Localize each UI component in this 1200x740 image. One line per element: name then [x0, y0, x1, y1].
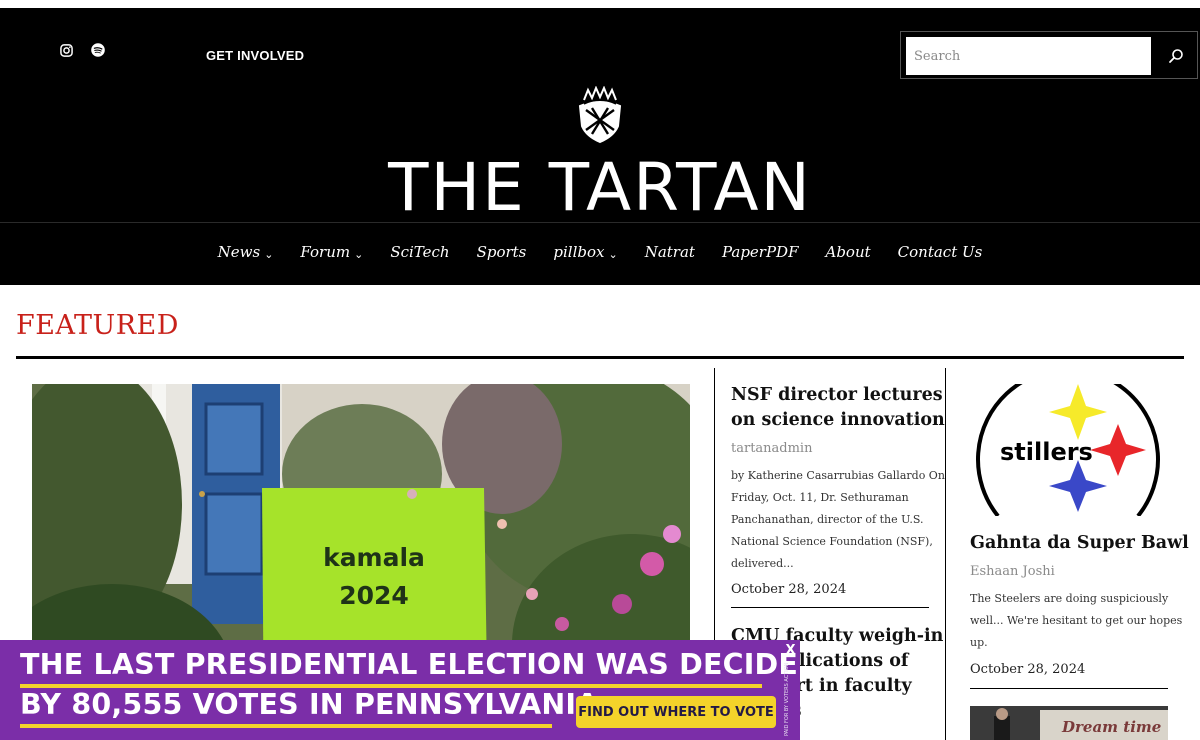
article-date: October 28, 2024 — [970, 662, 1086, 677]
search-icon — [1169, 49, 1183, 63]
nav-item-label: Sports — [476, 243, 527, 261]
instagram-icon[interactable] — [58, 42, 74, 58]
nav-item-label: Contact Us — [897, 243, 983, 261]
nav-item-about[interactable]: About — [826, 237, 871, 267]
search-input[interactable] — [906, 37, 1151, 75]
nav-item-sports[interactable]: Sports — [477, 237, 527, 267]
search-button[interactable] — [1157, 37, 1195, 75]
nav-item-label: PaperPDF — [721, 243, 799, 261]
article-thumbnail[interactable]: stillers — [970, 367, 1166, 518]
close-icon[interactable]: X — [784, 643, 797, 658]
find-where-to-vote-button[interactable]: FIND OUT WHERE TO VOTE — [576, 696, 776, 728]
article-author[interactable]: Eshaan Joshi — [970, 564, 1055, 579]
dream-time-banner: Dream time — [1061, 718, 1161, 736]
nav-item-label: About — [825, 243, 871, 261]
chevron-down-icon: ⌄ — [608, 247, 618, 261]
nav-item-scitech[interactable]: SciTech — [390, 237, 449, 267]
chevron-down-icon: ⌄ — [264, 247, 274, 261]
main-nav: News ⌄ Forum ⌄ SciTech Sports pillbox ⌄ Nat… — [0, 237, 1200, 267]
stillers-logo-text: stillers — [1000, 438, 1093, 466]
nav-item-label: News — [217, 243, 261, 261]
nav-item-natrat[interactable]: Natrat — [645, 237, 695, 267]
ad-underline — [20, 724, 552, 728]
article-divider — [731, 607, 929, 608]
nav-item-label: pillbox — [553, 243, 605, 261]
article-date: October 28, 2024 — [731, 582, 847, 597]
featured-heading: FEATURED — [16, 310, 179, 341]
featured-rule — [16, 356, 1184, 359]
article-title[interactable]: Gahnta da Super Bawl — [970, 531, 1189, 556]
top-strip — [0, 0, 1200, 8]
article-divider — [970, 688, 1168, 689]
nav-item-label: Forum — [300, 243, 351, 261]
nav-item-label: SciTech — [390, 243, 450, 261]
sign-line-1: kamala — [323, 543, 425, 572]
search-box — [900, 31, 1198, 79]
article-author[interactable]: tartanadmin — [731, 441, 812, 456]
nav-divider — [0, 222, 1200, 223]
spotify-icon[interactable] — [90, 42, 106, 58]
article-title[interactable]: NSF director lectures on science innovat… — [731, 383, 945, 433]
nav-item-paperpdf[interactable]: PaperPDF — [722, 237, 799, 267]
ad-disclaimer: PAID FOR BY VOTERS ACTION FUND — [784, 662, 790, 736]
tartan-thistle-logo[interactable] — [574, 86, 626, 144]
nav-item-label: Natrat — [644, 243, 695, 261]
voting-ad-banner[interactable]: THE LAST PRESIDENTIAL ELECTION WAS DECID… — [0, 640, 800, 740]
get-involved-link[interactable]: GET INVOLVED — [206, 48, 304, 63]
sign-line-2: 2024 — [339, 581, 409, 610]
masthead: GET INVOLVED THE TARTAN News⌄ Forum⌄ Sci… — [0, 8, 1200, 285]
site-title[interactable]: THE TARTAN — [0, 148, 1200, 228]
chevron-down-icon: ⌄ — [354, 247, 364, 261]
nav-item-forum[interactable]: Forum ⌄ — [300, 237, 363, 267]
article-excerpt: by Katherine Casarrubias Gallardo On Fri… — [731, 469, 945, 570]
nav-item-contact-us[interactable]: Contact Us — [898, 237, 983, 267]
column-divider — [945, 368, 946, 740]
nav-item-news[interactable]: News ⌄ — [218, 237, 274, 267]
article-excerpt: The Steelers are doing suspiciously well… — [970, 592, 1183, 649]
article-thumbnail[interactable]: Dream time — [970, 706, 1168, 740]
ad-headline-2: BY 80,555 VOTES IN PENNSYLVANIA — [20, 688, 599, 721]
ad-headline-1: THE LAST PRESIDENTIAL ELECTION WAS DECID… — [20, 648, 800, 681]
nav-item-pillbox[interactable]: pillbox ⌄ — [553, 237, 617, 267]
